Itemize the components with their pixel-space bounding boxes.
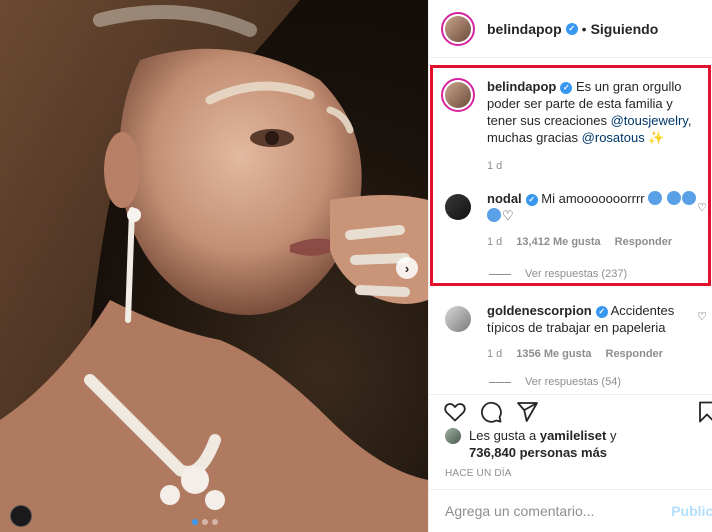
author-username[interactable]: belindapop (487, 21, 562, 37)
comment-likes[interactable]: 1356 Me gusta (516, 346, 591, 363)
post-photo[interactable]: › (0, 0, 428, 532)
comment-input[interactable]: Agrega un comentario... (445, 503, 671, 519)
caption-row: belindapop ✓ Es un gran orgullo poder ser… (441, 78, 709, 175)
separator: • (581, 20, 587, 37)
heart-emoji: ♡ (502, 208, 514, 223)
heart-icon[interactable] (443, 400, 467, 424)
cold-face-emoji (666, 191, 681, 205)
comments-list[interactable]: belindapop ✓ Es un gran orgullo poder ser… (429, 58, 712, 394)
liker-avatar[interactable] (445, 428, 461, 444)
add-comment-bar: Agrega un comentario... Publica (429, 489, 712, 532)
verified-icon: ✓ (595, 306, 608, 318)
likes-summary: Les gusta a yamileliset y 736,840 person… (445, 427, 616, 461)
view-replies-button[interactable]: Ver respuestas (237) (489, 268, 627, 280)
carousel-dot (202, 519, 208, 525)
verified-icon: ✓ (560, 82, 573, 94)
cold-face-emoji (681, 191, 696, 205)
comment-age[interactable]: 1 d (487, 234, 502, 251)
comment-like-icon[interactable]: ♡ (697, 201, 707, 214)
likes-conj: y (609, 428, 617, 443)
view-replies-button[interactable]: Ver respuestas (54) (489, 376, 621, 388)
post-comment-button[interactable]: Publica (671, 503, 712, 519)
comment-row: goldenescorpion ✓ Accidentes típicos de t… (441, 302, 709, 363)
bookmark-icon[interactable] (695, 400, 712, 424)
comment-body: nodal ✓ Mi amooooooorrrr ♡ 1 d 13,412 Me … (487, 190, 697, 251)
cold-face-emoji (648, 191, 663, 205)
comment-meta: 1 d 13,412 Me gusta Responder (487, 234, 697, 251)
caption-body: belindapop ✓ Es un gran orgullo poder ser… (487, 78, 697, 175)
cold-face-emoji (487, 208, 501, 222)
comment-text: Mi amooooooorrrr (541, 191, 645, 206)
comment-username[interactable]: nodal (487, 191, 522, 206)
post-side-panel: belindapop ✓ • Siguiendo belindapop ✓ Es … (428, 0, 712, 532)
commenter-avatar[interactable] (441, 190, 475, 224)
share-icon[interactable] (515, 400, 539, 424)
replies-line (489, 381, 511, 383)
caption-age[interactable]: 1 d (487, 158, 502, 175)
comment-likes[interactable]: 13,412 Me gusta (516, 234, 600, 251)
view-replies-label: Ver respuestas (54) (525, 376, 621, 388)
commenter-avatar[interactable] (441, 302, 475, 336)
following-button[interactable]: Siguiendo (591, 21, 659, 37)
post-timestamp[interactable]: HACE UN DÍA (445, 468, 512, 479)
comment-age[interactable]: 1 d (487, 346, 502, 363)
comment-body: goldenescorpion ✓ Accidentes típicos de t… (487, 302, 697, 363)
caption-avatar[interactable] (441, 78, 475, 112)
sparkles-emoji: ✨ (648, 130, 665, 145)
reply-button[interactable]: Responder (615, 234, 672, 251)
liker-username[interactable]: yamileliset (540, 428, 607, 443)
portrait-image (0, 0, 428, 532)
caption-meta: 1 d (487, 158, 697, 175)
comment-icon[interactable] (479, 400, 503, 424)
mention-link[interactable]: @tousjewelry (611, 113, 688, 128)
carousel-dot (192, 519, 198, 525)
chevron-right-icon: › (404, 260, 410, 276)
action-bar (429, 394, 712, 426)
carousel-dot (212, 519, 218, 525)
comment-row: nodal ✓ Mi amooooooorrrr ♡ 1 d 13,412 Me … (441, 190, 709, 251)
reply-button[interactable]: Responder (606, 346, 663, 363)
view-replies-label: Ver respuestas (237) (525, 268, 628, 280)
replies-line (489, 273, 511, 275)
carousel-dots (192, 519, 218, 525)
caption-username[interactable]: belindapop (487, 79, 556, 94)
post-header: belindapop ✓ • Siguiendo (429, 0, 712, 58)
author-avatar[interactable] (441, 11, 475, 46)
likes-prefix: Les gusta a (469, 428, 537, 443)
next-photo-button[interactable]: › (396, 257, 418, 279)
comment-username[interactable]: goldenescorpion (487, 303, 592, 318)
mention-link[interactable]: @rosatous (582, 130, 645, 145)
comment-like-icon[interactable]: ♡ (697, 310, 707, 323)
likes-text: Les gusta a yamileliset y 736,840 person… (469, 427, 616, 461)
tagged-user-avatar[interactable] (10, 505, 32, 527)
verified-icon: ✓ (565, 22, 578, 35)
comment-meta: 1 d 1356 Me gusta Responder (487, 346, 697, 363)
likes-others[interactable]: 736,840 personas más (469, 445, 607, 460)
verified-icon: ✓ (525, 194, 538, 206)
